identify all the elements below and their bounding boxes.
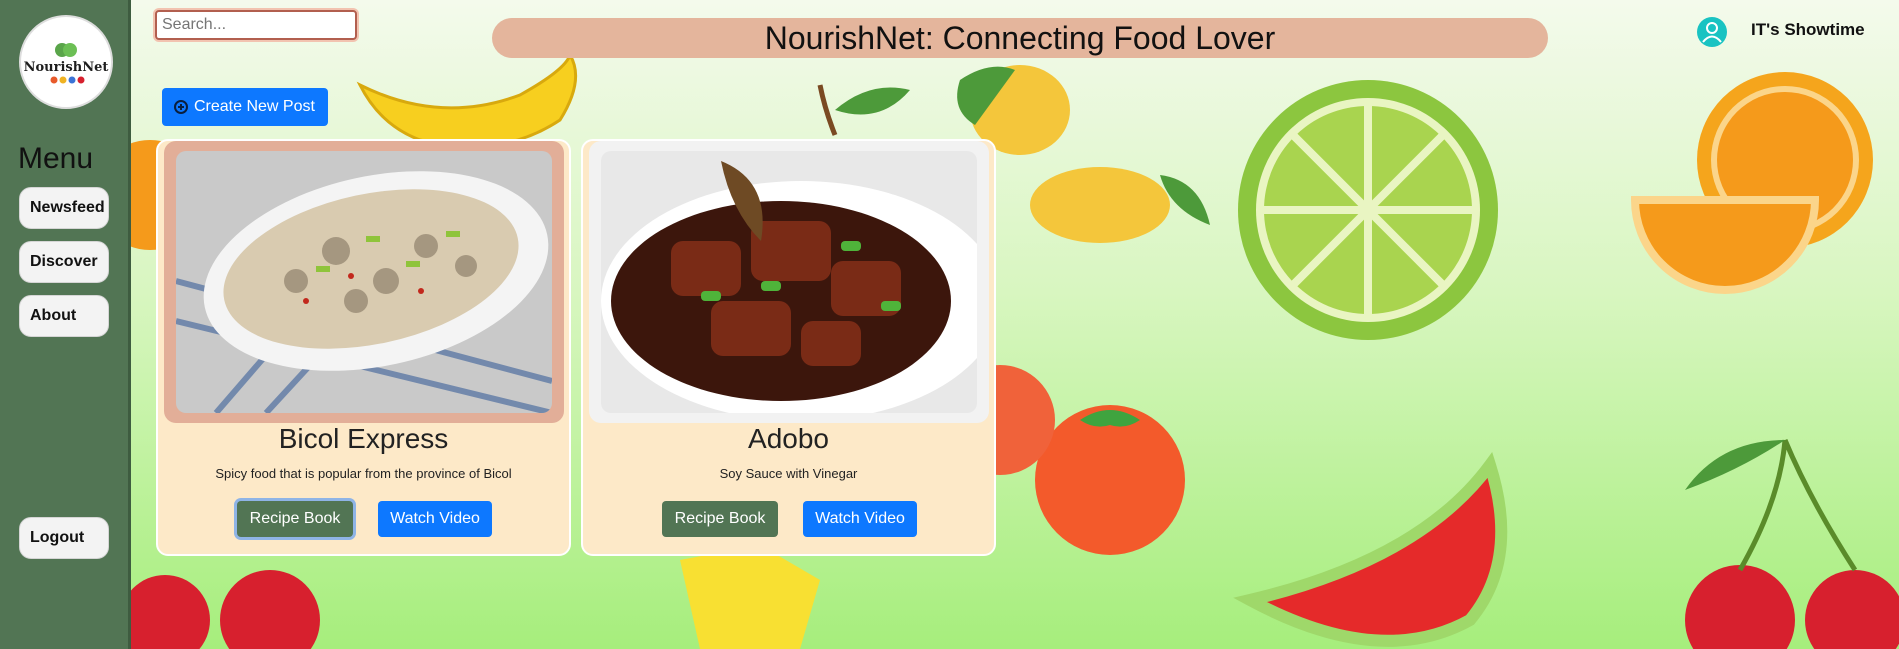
add-circle-icon [174, 100, 188, 114]
logo-dots-icon [50, 76, 85, 83]
watch-video-button[interactable]: Watch Video [378, 501, 492, 537]
sidebar-item-about[interactable]: About [19, 295, 109, 337]
create-post-button[interactable]: Create New Post [162, 88, 328, 126]
menu-title: Menu [18, 142, 94, 175]
sidebar-item-discover[interactable]: Discover [19, 241, 109, 283]
recipe-book-button[interactable]: Recipe Book [237, 501, 353, 537]
post-card: Adobo Soy Sauce with Vinegar Recipe Book… [581, 139, 1001, 556]
create-post-label: Create New Post [194, 98, 315, 115]
post-title: Adobo [748, 423, 829, 454]
post-image-frame [589, 141, 1001, 423]
post-image-frame [164, 141, 564, 423]
user-avatar-icon[interactable] [1697, 17, 1727, 47]
post-image[interactable] [601, 151, 1001, 421]
sidebar: NourishNet Menu Newsfeed Discover About … [0, 0, 131, 649]
post-description: Soy Sauce with Vinegar [719, 466, 858, 481]
search-input[interactable] [155, 10, 357, 40]
post-image[interactable] [175, 151, 553, 416]
watch-video-button[interactable]: Watch Video [803, 501, 917, 537]
app-logo[interactable]: NourishNet [19, 15, 113, 109]
leaf-icon [55, 42, 77, 57]
recipe-book-button[interactable]: Recipe Book [662, 501, 778, 537]
logout-button[interactable]: Logout [19, 517, 109, 559]
user-name[interactable]: IT's Showtime [1751, 20, 1865, 40]
sidebar-item-newsfeed[interactable]: Newsfeed [19, 187, 109, 229]
logo-text: NourishNet [23, 59, 109, 75]
post-card: Bicol Express Spicy food that is popular… [156, 139, 571, 556]
page-title: NourishNet: Connecting Food Lover [492, 18, 1548, 58]
post-title: Bicol Express [278, 423, 449, 454]
post-description: Spicy food that is popular from the prov… [215, 466, 512, 481]
